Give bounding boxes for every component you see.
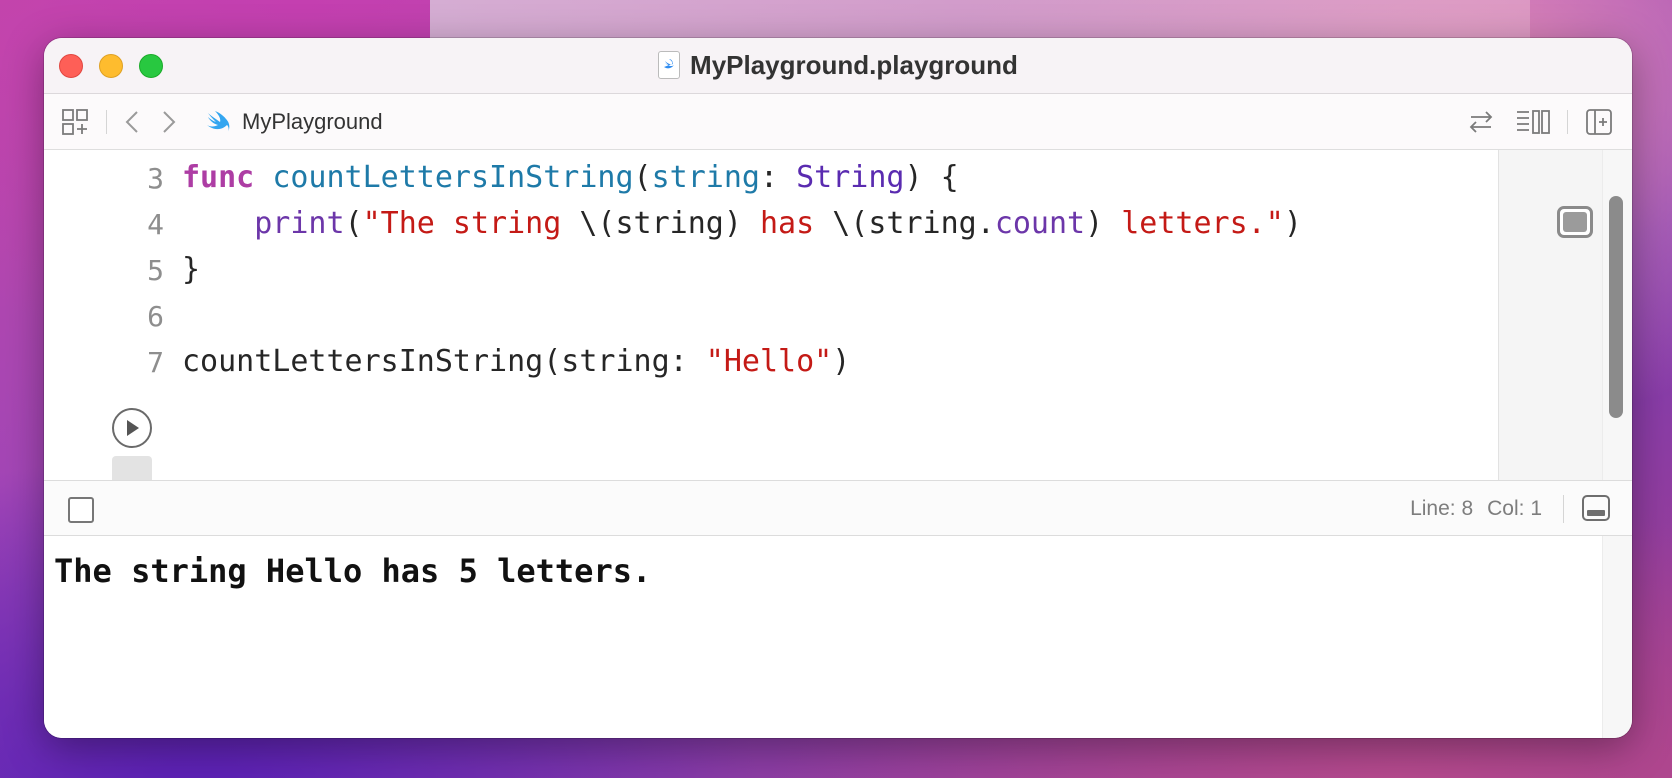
type-token: String [796, 160, 905, 195]
punctuation-token: : [759, 160, 797, 195]
cursor-position: Line: 8 Col: 1 [1410, 495, 1542, 523]
interpolation-token: \(string. [832, 206, 995, 241]
swap-icon[interactable] [1466, 108, 1496, 136]
punctuation-token: ( [633, 160, 652, 195]
title-bar: MyPlayground.playground [44, 38, 1632, 94]
line-number: 6 [147, 300, 164, 333]
keyword-token: func [182, 160, 255, 195]
editor-scrollbar-thumb[interactable] [1609, 196, 1623, 418]
window-title: MyPlayground.playground [690, 49, 1018, 80]
toolbar-separator [1567, 110, 1568, 134]
line-number: 5 [147, 254, 164, 287]
code-editor[interactable]: 3 4 5 6 7 func countLettersInString(stri… [44, 150, 1498, 494]
line-number: 4 [147, 208, 164, 241]
swift-icon [204, 108, 232, 136]
string-token: "The string [362, 206, 580, 241]
debug-area-checkbox[interactable] [68, 497, 94, 523]
punctuation-token: ) { [904, 160, 959, 195]
toolbar: MyPlayground [44, 94, 1632, 150]
xcode-playground-window: MyPlayground.playground MyPlayground 3 4… [44, 38, 1632, 738]
playground-file-icon [658, 51, 681, 79]
code-line-7[interactable]: countLettersInString(string: "Hello") [182, 344, 850, 379]
print-token: print [254, 206, 345, 241]
parameter-token: string [651, 160, 760, 195]
punctuation-token: ) [832, 344, 851, 379]
interpolation-token: \(string) [579, 206, 760, 241]
code-line-4[interactable]: print("The string \(string) has \(string… [182, 206, 1302, 241]
grid-icon[interactable] [60, 108, 90, 136]
show-result-icon[interactable] [1557, 206, 1593, 238]
interpolation-token: ) [1085, 206, 1122, 241]
breadcrumb[interactable]: MyPlayground [242, 108, 383, 136]
column-indicator: Col: 1 [1487, 497, 1542, 520]
property-token: count [994, 206, 1086, 241]
debug-bar: Line: 8 Col: 1 [44, 480, 1632, 536]
console-scrollbar-track[interactable] [1602, 536, 1632, 738]
punctuation-token: ( [344, 206, 363, 241]
play-icon [127, 420, 139, 436]
line-indicator: Line: 8 [1410, 497, 1474, 520]
results-sidebar [1498, 150, 1602, 480]
debug-separator [1563, 495, 1564, 523]
code-line-5[interactable]: } [182, 252, 200, 287]
function-name-token: countLettersInString [272, 160, 634, 195]
punctuation-token: ) [1283, 206, 1302, 241]
back-arrow-icon[interactable] [122, 108, 142, 136]
add-panel-icon[interactable] [1584, 108, 1614, 136]
forward-arrow-icon[interactable] [159, 108, 179, 136]
call-token: countLettersInString(string: [182, 344, 706, 379]
string-token: has [760, 206, 833, 241]
string-token: letters." [1121, 206, 1284, 241]
string-token: "Hello" [705, 344, 833, 379]
run-playground-button[interactable] [112, 408, 152, 448]
console-toggle-icon[interactable] [1582, 495, 1610, 521]
console-output-area[interactable]: The string Hello has 5 letters. [44, 536, 1602, 738]
line-number: 7 [147, 346, 164, 379]
inspector-list-icon[interactable] [1514, 108, 1552, 136]
line-number: 3 [147, 162, 164, 195]
toolbar-separator [106, 110, 107, 134]
code-line-3[interactable]: func countLettersInString(string: String… [182, 160, 959, 195]
console-output-text: The string Hello has 5 letters. [54, 552, 652, 590]
window-title-group: MyPlayground.playground [44, 50, 1632, 80]
